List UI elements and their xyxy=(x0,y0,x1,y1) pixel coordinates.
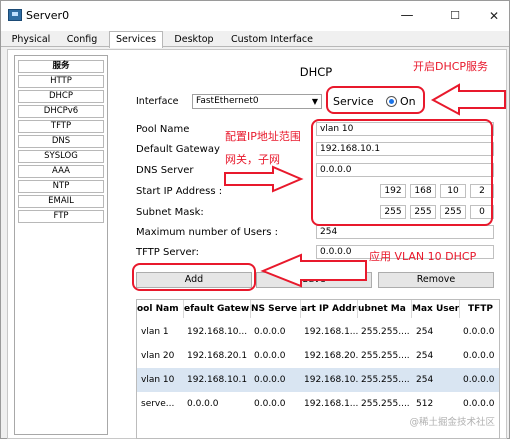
service-dhcpv6[interactable]: DHCPv6 xyxy=(18,105,104,118)
cell-subnet-mask: 255.255.... xyxy=(361,375,410,385)
tab-desktop[interactable]: Desktop xyxy=(167,31,221,47)
annotation-box-pool-config xyxy=(311,119,493,226)
column-header-tftp[interactable]: TFTP xyxy=(460,300,499,318)
cell-default-gateway: 192.168.20.1 xyxy=(187,351,248,361)
column-header-start-ip[interactable]: art IP Addre xyxy=(301,300,358,318)
annotation-enable-dhcp: 开启DHCP服务 xyxy=(413,60,489,73)
server-window: Server0 — ☐ ✕ Physical Config Services D… xyxy=(0,0,510,439)
service-off-label: Off xyxy=(458,95,475,108)
column-header-dns-server[interactable]: NS Serve xyxy=(251,300,301,318)
subnet-mask-label: Subnet Mask: xyxy=(136,207,204,218)
cell-subnet-mask: 255.255.... xyxy=(361,351,410,361)
table-row[interactable]: vlan 20 192.168.20.1 0.0.0.0 192.168.20.… xyxy=(137,344,499,368)
table-row[interactable]: serve... 0.0.0.0 0.0.0.0 192.168.1... 25… xyxy=(137,392,499,416)
cell-max-users: 254 xyxy=(416,351,434,361)
tab-config[interactable]: Config xyxy=(59,31,105,47)
cell-default-gateway: 0.0.0.0 xyxy=(187,399,219,409)
title-bar[interactable]: Server0 — ☐ ✕ xyxy=(1,1,509,31)
cell-dns-server: 0.0.0.0 xyxy=(254,351,286,361)
service-dns[interactable]: DNS xyxy=(18,135,104,148)
watermark: @稀土掘金技术社区 xyxy=(409,417,495,428)
cell-dns-server: 0.0.0.0 xyxy=(254,399,286,409)
cell-start-ip: 192.168.1... xyxy=(304,327,358,337)
cell-max-users: 512 xyxy=(416,399,434,409)
cell-dns-server: 0.0.0.0 xyxy=(254,375,286,385)
remove-button[interactable]: Remove xyxy=(378,272,494,288)
cell-tftp: 0.0.0.0 xyxy=(463,399,495,409)
start-ip-label: Start IP Address : xyxy=(136,186,223,197)
max-users-input[interactable]: 254 xyxy=(316,225,494,239)
column-header-pool-name[interactable]: ool Nam xyxy=(137,300,184,318)
tab-physical[interactable]: Physical xyxy=(5,31,57,47)
minimize-icon[interactable]: — xyxy=(396,5,418,27)
cell-pool-name: vlan 10 xyxy=(141,375,175,385)
interface-select[interactable]: FastEthernet0 ▼ xyxy=(192,94,322,109)
service-syslog[interactable]: SYSLOG xyxy=(18,150,104,163)
service-ftp[interactable]: FTP xyxy=(18,210,104,223)
cell-pool-name: vlan 20 xyxy=(141,351,175,361)
maximize-icon[interactable]: ☐ xyxy=(444,5,466,27)
tab-services[interactable]: Services xyxy=(109,31,163,48)
service-email[interactable]: EMAIL xyxy=(18,195,104,208)
cell-subnet-mask: 255.255.... xyxy=(361,327,410,337)
window-title: Server0 xyxy=(26,9,70,22)
cell-tftp: 0.0.0.0 xyxy=(463,327,495,337)
cell-start-ip: 192.168.10.2 xyxy=(304,375,358,385)
cell-max-users: 254 xyxy=(416,375,434,385)
service-aaa[interactable]: AAA xyxy=(18,165,104,178)
table-row[interactable]: vlan 1 192.168.10... 0.0.0.0 192.168.1..… xyxy=(137,320,499,344)
service-dhcp[interactable]: DHCP xyxy=(18,90,104,103)
cell-subnet-mask: 255.255.... xyxy=(361,399,410,409)
table-row-selected[interactable]: vlan 10 192.168.10.1 0.0.0.0 192.168.10.… xyxy=(137,368,499,392)
cell-default-gateway: 192.168.10... xyxy=(187,327,248,337)
dhcp-panel: DHCP Interface FastEthernet0 ▼ Service O… xyxy=(130,55,502,439)
max-users-label: Maximum number of Users : xyxy=(136,227,279,238)
tab-custom-interface[interactable]: Custom Interface xyxy=(225,31,319,47)
dns-server-label: DNS Server xyxy=(136,165,194,176)
cell-start-ip: 192.168.20.2 xyxy=(304,351,358,361)
annotation-box-add xyxy=(132,263,256,291)
cell-dns-server: 0.0.0.0 xyxy=(254,327,286,337)
service-http[interactable]: HTTP xyxy=(18,75,104,88)
save-button[interactable]: Save xyxy=(256,272,372,288)
interface-value: FastEthernet0 xyxy=(196,96,259,106)
app-icon xyxy=(8,9,22,21)
services-content: 服务 HTTP DHCP DHCPv6 TFTP DNS SYSLOG AAA … xyxy=(7,49,507,439)
service-off-radio[interactable] xyxy=(444,96,455,107)
services-header: 服务 xyxy=(18,60,104,73)
default-gateway-label: Default Gateway xyxy=(136,144,220,155)
column-header-max-users[interactable]: Max User xyxy=(412,300,460,318)
cell-start-ip: 192.168.1... xyxy=(304,399,358,409)
pool-name-label: Pool Name xyxy=(136,124,190,135)
interface-label: Interface xyxy=(136,96,179,107)
chevron-down-icon: ▼ xyxy=(311,97,318,106)
close-icon[interactable]: ✕ xyxy=(483,5,505,27)
cell-pool-name: serve... xyxy=(141,399,175,409)
column-header-subnet-mask[interactable]: ubnet Ma xyxy=(358,300,412,318)
column-header-default-gateway[interactable]: efault Gatew xyxy=(184,300,251,318)
annotation-box-service xyxy=(326,86,425,114)
services-list: 服务 HTTP DHCP DHCPv6 TFTP DNS SYSLOG AAA … xyxy=(14,55,108,435)
tab-bar: Physical Config Services Desktop Custom … xyxy=(1,31,509,48)
cell-tftp: 0.0.0.0 xyxy=(463,375,495,385)
annotation-config-ip: 配置IP地址范围 xyxy=(225,130,301,143)
tftp-server-label: TFTP Server: xyxy=(136,247,199,258)
cell-max-users: 254 xyxy=(416,327,434,337)
service-tftp[interactable]: TFTP xyxy=(18,120,104,133)
cell-pool-name: vlan 1 xyxy=(141,327,169,337)
annotation-apply: 应用 VLAN 10 DHCP xyxy=(369,250,477,263)
cell-tftp: 0.0.0.0 xyxy=(463,351,495,361)
annotation-gateway-mask: 网关，子网 xyxy=(225,153,280,166)
cell-default-gateway: 192.168.10.1 xyxy=(187,375,248,385)
service-ntp[interactable]: NTP xyxy=(18,180,104,193)
